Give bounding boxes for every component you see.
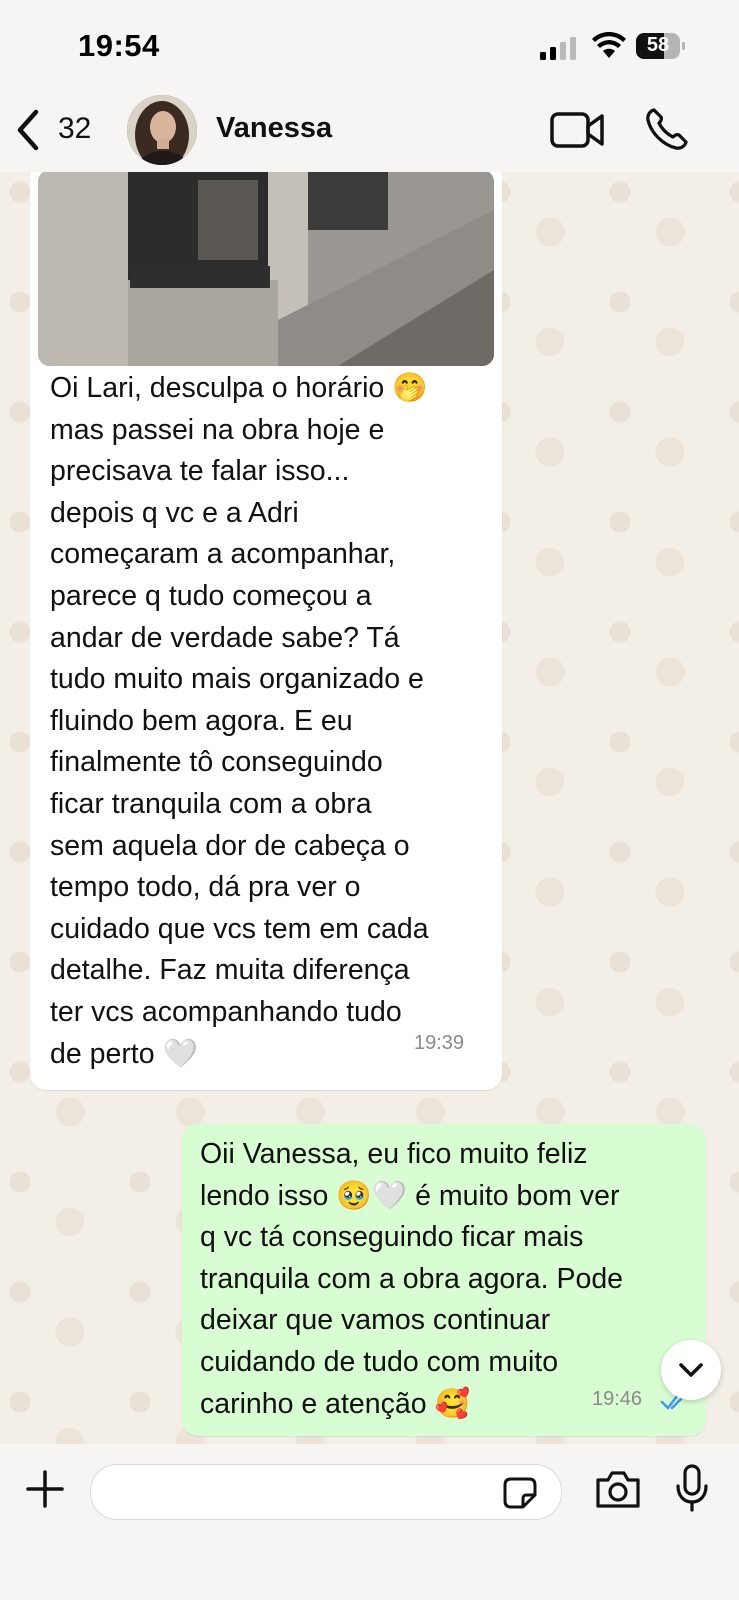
unread-count[interactable]: 32 — [58, 112, 91, 146]
sticker-icon[interactable] — [503, 1477, 537, 1509]
chevron-down-icon — [679, 1363, 703, 1377]
phone-icon[interactable] — [644, 106, 690, 152]
status-time: 19:54 — [78, 28, 160, 63]
scroll-to-bottom-button[interactable] — [661, 1340, 721, 1400]
back-chevron-icon[interactable] — [14, 108, 44, 152]
chat-header: 32 Vanessa — [0, 88, 739, 172]
cellular-signal-icon — [540, 36, 580, 60]
camera-icon[interactable] — [594, 1468, 642, 1510]
chat-area[interactable]: Oi Lari, desculpa o horário 🤭 mas passei… — [0, 172, 739, 1444]
message-input-wrapper[interactable] — [90, 1464, 562, 1520]
incoming-message[interactable]: Oi Lari, desculpa o horário 🤭 mas passei… — [30, 172, 502, 1090]
wifi-icon — [592, 32, 626, 58]
outgoing-message[interactable]: Oii Vanessa, eu fico muito feliz lendo i… — [182, 1124, 706, 1436]
outgoing-message-time: 19:46 — [592, 1388, 643, 1410]
message-photo[interactable] — [38, 172, 494, 366]
battery-level: 58 — [646, 34, 670, 56]
video-call-icon[interactable] — [550, 110, 604, 150]
incoming-message-time: 19:39 — [414, 1032, 465, 1054]
plus-icon[interactable] — [26, 1470, 64, 1508]
incoming-message-text: Oi Lari, desculpa o horário 🤭 mas passei… — [50, 372, 429, 1070]
status-bar: 19:54 58 — [0, 0, 739, 88]
input-bar — [0, 1444, 739, 1600]
avatar[interactable] — [127, 95, 197, 165]
contact-name[interactable]: Vanessa — [216, 112, 332, 145]
message-input[interactable] — [109, 1473, 493, 1513]
outgoing-message-text: Oii Vanessa, eu fico muito feliz lendo i… — [200, 1138, 624, 1420]
battery-icon: 58 — [636, 33, 686, 59]
mic-icon[interactable] — [674, 1464, 710, 1512]
